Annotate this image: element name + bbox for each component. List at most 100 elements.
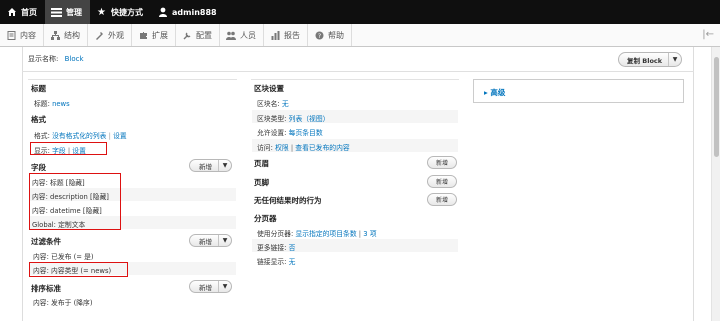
link-display-label: 链接显示: [257,258,287,266]
allow-settings-row: 允许设置: 每页条目数 [257,127,323,137]
block-name-link[interactable]: 无 [282,100,289,108]
toolbar-manage[interactable]: 管理 [45,0,90,24]
sort-add-button[interactable]: 新增 ▼ [189,280,232,293]
top-toolbar: 首页 管理 ★ 快捷方式 admin888 [0,0,720,24]
format-link[interactable]: 没有格式化的列表 [52,132,106,140]
home-icon [6,7,17,18]
pager-row: 使用分页器: 显示指定的项目条数 | 3 项 [257,228,377,238]
structure-icon [50,30,60,40]
link-display-value[interactable]: 无 [289,258,296,266]
link-display-row: 链接显示: 无 [257,256,295,266]
tray-item-label: 报告 [284,30,300,40]
footer-heading: 页脚 [254,178,269,187]
people-icon [226,30,236,40]
duplicate-block-button[interactable]: 复制 Block ▼ [618,52,683,67]
filter-add-button[interactable]: 新增 ▼ [189,234,232,247]
sort-add-label: 新增 [199,283,212,292]
tray-item-structure[interactable]: 结构 [44,24,88,46]
tray-item-label: 内容 [20,30,36,40]
header-heading: 页眉 [254,159,269,168]
tray-item-label: 扩展 [152,30,168,40]
extend-icon [138,30,148,40]
toolbar-user[interactable]: admin888 [151,0,225,24]
tray-item-content[interactable]: 内容 [0,24,44,46]
block-name-label: 区块名: [257,100,280,108]
config-icon [182,30,192,40]
display-name-link[interactable]: Block [65,55,84,63]
chevron-down-icon[interactable]: ▼ [218,235,231,246]
toolbar-manage-label: 管理 [66,7,82,17]
title-heading: 标题 [31,84,46,93]
footer-add-button[interactable]: 新增 [427,175,457,188]
title-label: 标题: [34,100,50,108]
collapse-tray-icon[interactable]: |← [702,29,714,40]
access-extra-link[interactable]: 查看已发布的内容 [295,144,349,152]
display-name-label: 显示名称: [28,55,59,63]
chevron-down-icon[interactable]: ▼ [668,53,681,66]
display-name: 显示名称: Block [28,54,84,64]
tray-item-label: 外观 [108,30,124,40]
block-settings-heading: 区块设置 [254,84,284,93]
help-icon: ? [314,30,324,40]
divider [22,71,694,72]
vertical-scrollbar[interactable] [711,47,720,321]
block-type-label: 区块类型: [257,115,287,123]
toolbar-shortcuts[interactable]: ★ 快捷方式 [90,0,151,24]
tray-item-extend[interactable]: 扩展 [132,24,176,46]
tray-item-label: 人员 [240,30,256,40]
chevron-down-icon[interactable]: ▼ [218,281,231,292]
pager-label: 使用分页器: [257,230,294,238]
pager-separator: | [358,230,362,238]
access-link[interactable]: 权限 [275,144,289,152]
sort-item[interactable]: 内容: 发布于 (降序) [33,297,93,307]
access-row: 访问: 权限 | 查看已发布的内容 [257,142,350,152]
toolbar-home-label: 首页 [21,7,37,17]
duplicate-block-label: 复制 Block [627,56,663,65]
no-results-add-button[interactable]: 新增 [427,193,457,206]
filter-item[interactable]: 内容: 已发布 (= 是) [33,251,94,261]
highlight-box [29,262,128,277]
toolbar-user-label: admin888 [172,7,217,17]
tray-item-appearance[interactable]: 外观 [88,24,132,46]
tray-item-config[interactable]: 配置 [176,24,220,46]
title-link[interactable]: news [52,100,70,108]
tray-item-label: 配置 [196,30,212,40]
more-link-row: 更多链接: 否 [257,242,295,252]
fields-heading: 字段 [31,163,46,172]
filter-add-label: 新增 [199,237,212,246]
allow-settings-label: 允许设置: [257,129,287,137]
toolbar-home[interactable]: 首页 [0,0,45,24]
more-link-value[interactable]: 否 [289,244,296,252]
no-results-heading: 无任何结果时的行为 [254,196,322,205]
user-icon [157,7,168,18]
star-icon: ★ [97,6,106,18]
highlight-box [29,173,121,230]
title-row: 标题: news [34,98,70,108]
fields-add-button[interactable]: 新增 ▼ [189,159,232,172]
pager-heading: 分页器 [254,214,277,223]
toolbar-shortcuts-label: 快捷方式 [111,7,143,17]
block-type-link[interactable]: 列表（视图） [289,115,330,123]
content-icon [6,30,16,40]
tray-item-people[interactable]: 人员 [220,24,264,46]
appearance-icon [94,30,104,40]
pager-link[interactable]: 显示指定的项目条数 [295,230,356,238]
more-link-label: 更多链接: [257,244,287,252]
scrollbar-thumb[interactable] [714,57,719,157]
chevron-down-icon[interactable]: ▼ [218,160,231,171]
block-name-row: 区块名: 无 [257,98,289,108]
tray-item-help[interactable]: ? 帮助 [308,24,352,46]
fields-add-label: 新增 [199,162,212,171]
admin-menu-tray: 内容 结构 外观 扩展 配置 人员 报告 ? 帮助 |← [0,24,720,47]
advanced-toggle[interactable]: ▸ 高级 [484,87,505,98]
advanced-label: 高级 [490,88,506,97]
header-add-button[interactable]: 新增 [427,156,457,169]
filter-heading: 过滤条件 [31,237,61,246]
tray-item-reports[interactable]: 报告 [264,24,308,46]
allow-settings-link[interactable]: 每页条目数 [289,129,323,137]
block-type-row: 区块类型: 列表（视图） [257,113,329,123]
pager-count-link[interactable]: 3 项 [363,230,376,238]
format-settings-link[interactable]: 设置 [113,132,127,140]
svg-text:?: ? [317,32,320,40]
advanced-section[interactable]: ▸ 高级 [473,79,684,103]
